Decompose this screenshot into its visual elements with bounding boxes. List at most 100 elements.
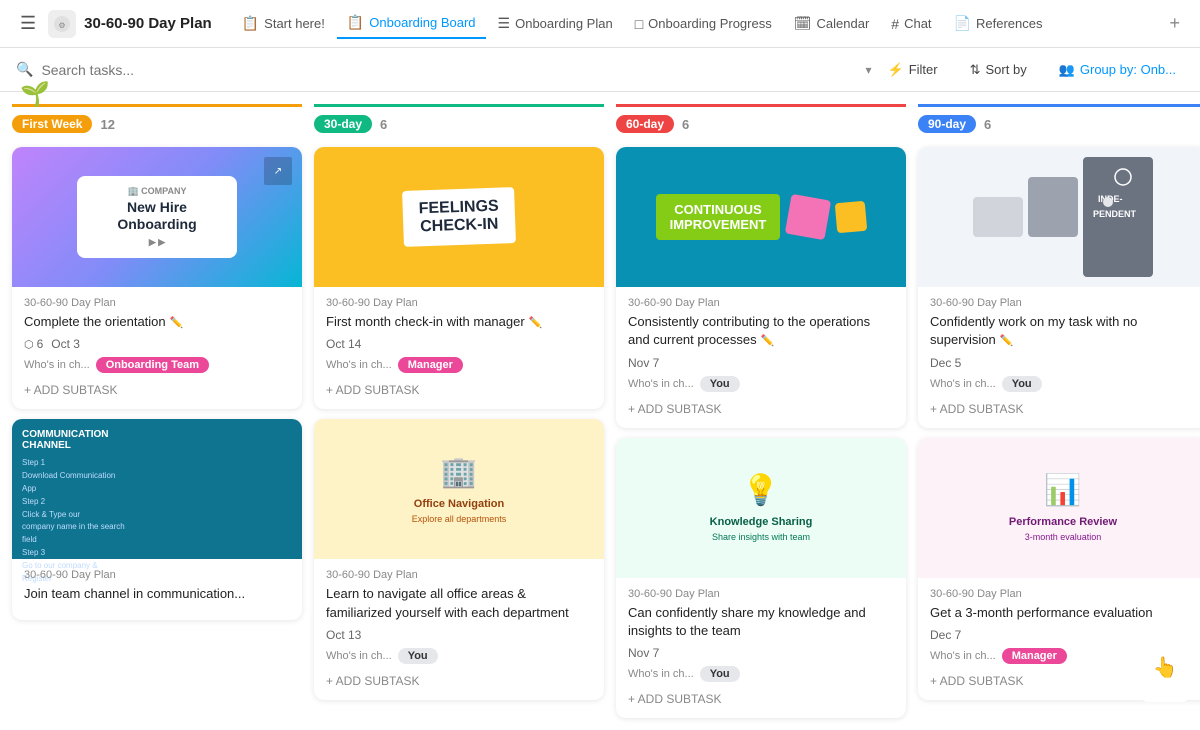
add-subtask-button[interactable]: + ADD SUBTASK	[326, 381, 592, 399]
task-card-card-2[interactable]: COMMUNICATIONCHANNEL Step 1Download Comm…	[12, 419, 302, 619]
add-subtask-button[interactable]: + ADD SUBTASK	[326, 672, 592, 690]
task-card-card-3[interactable]: FEELINGSCHECK-IN 🌱 30-60-90 Day Plan Fir…	[314, 147, 604, 409]
card-body: 30-60-90 Day Plan Confidently work on my…	[918, 287, 1200, 428]
edit-icon[interactable]: ✏️	[1000, 335, 1014, 347]
card-body: 30-60-90 Day Plan Learn to navigate all …	[314, 559, 604, 699]
card-date: Oct 14	[326, 337, 361, 351]
col-count-30-day: 6	[380, 117, 387, 132]
card-date: Dec 5	[930, 356, 961, 370]
task-card-card-5[interactable]: CONTINUOUSIMPROVEMENT 30-60-90 Day Plan …	[616, 147, 906, 428]
nav-tab-plan[interactable]: ☰Onboarding Plan	[488, 9, 623, 38]
assignee-badge: Manager	[398, 357, 463, 373]
col-count-90-day: 6	[984, 117, 991, 132]
card-assignees: Who's in ch... You	[930, 376, 1196, 392]
assignees-label: Who's in ch...	[628, 378, 694, 390]
card-body: 30-60-90 Day Plan Complete the orientati…	[12, 287, 302, 409]
add-subtask-button[interactable]: + ADD SUBTASK	[24, 381, 290, 399]
edit-icon[interactable]: ✏️	[761, 335, 775, 347]
top-nav: ☰ ⚙ 30-60-90 Day Plan 📋Start here!📋Onboa…	[0, 0, 1200, 48]
card-assignees: Who's in ch... Manager	[326, 357, 592, 373]
toolbar-right: ⚡ Filter ⇅ Sort by 👥 Group by: Onb...	[880, 58, 1184, 82]
task-card-card-6[interactable]: 💡 Knowledge Sharing Share insights with …	[616, 438, 906, 718]
edit-icon[interactable]: ✏️	[170, 317, 184, 329]
col-count-first-week: 12	[100, 117, 114, 132]
card-body: 30-60-90 Day Plan First month check-in w…	[314, 287, 604, 409]
card-title: Get a 3-month performance evaluation	[930, 604, 1196, 622]
sort-button[interactable]: ⇅ Sort by	[962, 58, 1035, 82]
card-title: First month check-in with manager✏️	[326, 313, 592, 331]
task-card-card-1[interactable]: 🏢 COMPANY New HireOnboarding ▶ ▶ ↗ 30-60…	[12, 147, 302, 409]
nav-tab-calendar[interactable]: 🗓Calendar	[784, 9, 880, 38]
board-area: First Week 12 🏢 COMPANY New HireOnboardi…	[0, 92, 1200, 730]
card-body: 30-60-90 Day Plan Can confidently share …	[616, 578, 906, 718]
card-date: Nov 7	[628, 356, 659, 370]
col-header-first-week: First Week 12	[12, 104, 302, 137]
card-image-learn: 🏢 Office Navigation Explore all departme…	[314, 419, 604, 559]
card-image-evaluation: 📊 Performance Review 3-month evaluation	[918, 438, 1200, 578]
edit-icon[interactable]: ✏️	[529, 317, 543, 329]
filter-label: Filter	[909, 62, 938, 77]
card-body: 30-60-90 Day Plan Join team channel in c…	[12, 559, 302, 619]
column-30-day: 30-day 6 FEELINGSCHECK-IN 🌱 30-60-90 Day…	[314, 104, 604, 718]
group-label: Group by: Onb...	[1080, 62, 1176, 77]
nav-tab-board[interactable]: 📋Onboarding Board	[337, 8, 486, 39]
search-bar: 🔍 ▾ ⚡ Filter ⇅ Sort by 👥 Group by: Onb..…	[0, 48, 1200, 92]
card-project: 30-60-90 Day Plan	[326, 569, 592, 581]
group-icon: 👥	[1059, 62, 1075, 78]
card-image-onboarding: 🏢 COMPANY New HireOnboarding ▶ ▶ ↗	[12, 147, 302, 287]
card-date: Oct 3	[51, 337, 80, 351]
assignee-badge: Manager	[1002, 648, 1067, 664]
app-logo: ⚙	[48, 10, 76, 38]
group-button[interactable]: 👥 Group by: Onb...	[1051, 58, 1184, 82]
filter-button[interactable]: ⚡ Filter	[880, 58, 946, 82]
nav-tab-start[interactable]: 📋Start here!	[232, 9, 335, 38]
filter-icon: ⚡	[888, 62, 904, 78]
col-header-90-day: 90-day 6	[918, 104, 1200, 137]
card-assignees: Who's in ch... You	[326, 648, 592, 664]
tab-icon-chat: #	[891, 16, 899, 32]
card-project: 30-60-90 Day Plan	[930, 588, 1196, 600]
search-chevron-icon[interactable]: ▾	[866, 63, 872, 77]
app-title: 30-60-90 Day Plan	[84, 15, 212, 32]
card-project: 30-60-90 Day Plan	[24, 297, 290, 309]
search-input[interactable]	[41, 62, 853, 78]
assignee-badge: You	[398, 648, 438, 664]
assignees-label: Who's in ch...	[930, 650, 996, 662]
task-card-card-7[interactable]: INDE- PENDENT 30-60-90 Day Plan Confiden…	[918, 147, 1200, 428]
card-meta: Nov 7	[628, 646, 894, 660]
assignees-label: Who's in ch...	[326, 359, 392, 371]
col-header-60-day: 60-day 6	[616, 104, 906, 137]
card-project: 30-60-90 Day Plan	[24, 569, 290, 581]
card-assignees: Who's in ch... You	[628, 376, 894, 392]
assignee-badge: Onboarding Team	[96, 357, 209, 373]
card-assignees: Who's in ch... You	[628, 666, 894, 682]
tab-label-chat: Chat	[904, 16, 931, 31]
add-tab-button[interactable]: +	[1161, 9, 1188, 38]
card-title: Complete the orientation✏️	[24, 313, 290, 331]
assignees-label: Who's in ch...	[24, 359, 90, 371]
nav-tab-progress[interactable]: □Onboarding Progress	[625, 10, 782, 38]
add-subtask-button[interactable]: + ADD SUBTASK	[628, 690, 894, 708]
assignees-label: Who's in ch...	[326, 650, 392, 662]
assignee-badge: You	[700, 666, 740, 682]
card-meta: Nov 7	[628, 356, 894, 370]
tab-label-start: Start here!	[264, 16, 325, 31]
card-meta: Oct 13	[326, 628, 592, 642]
card-meta: Oct 14	[326, 337, 592, 351]
nav-tab-references[interactable]: 📄References	[944, 9, 1053, 38]
card-project: 30-60-90 Day Plan	[930, 297, 1196, 309]
add-subtask-button[interactable]: + ADD SUBTASK	[628, 400, 894, 418]
card-project: 30-60-90 Day Plan	[326, 297, 592, 309]
card-meta: Dec 5	[930, 356, 1196, 370]
task-card-card-4[interactable]: 🏢 Office Navigation Explore all departme…	[314, 419, 604, 699]
card-title: Join team channel in communication...	[24, 585, 290, 603]
assignees-label: Who's in ch...	[930, 378, 996, 390]
nav-tab-chat[interactable]: # Chat	[881, 10, 941, 38]
hamburger-icon[interactable]: ☰	[12, 9, 44, 38]
col-badge-60-day: 60-day	[616, 115, 674, 133]
card-title: Consistently contributing to the operati…	[628, 313, 894, 350]
card-image-share: 💡 Knowledge Sharing Share insights with …	[616, 438, 906, 578]
col-header-30-day: 30-day 6	[314, 104, 604, 137]
card-body: 30-60-90 Day Plan Consistently contribut…	[616, 287, 906, 428]
add-subtask-button[interactable]: + ADD SUBTASK	[930, 400, 1196, 418]
